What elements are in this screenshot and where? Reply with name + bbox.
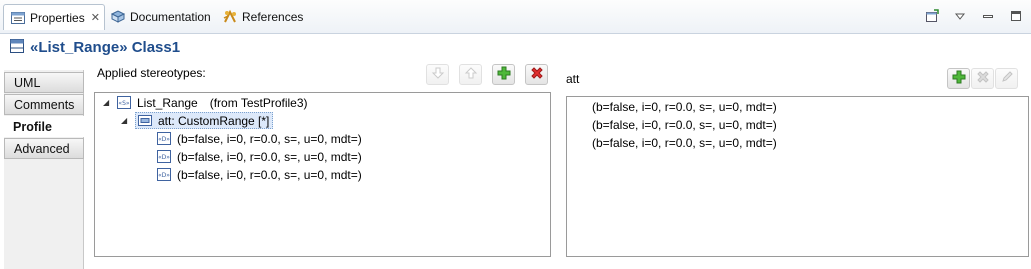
move-up-button[interactable] <box>459 64 482 85</box>
page-title: «List_Range» Class1 <box>30 38 181 56</box>
property-label: att: CustomRange [*] <box>158 113 270 128</box>
class-icon <box>10 38 24 56</box>
view-menu-icon[interactable] <box>953 9 967 23</box>
value-text: (b=false, i=0, r=0.0, s=, u=0, mdt=) <box>177 167 362 182</box>
list-item[interactable]: (b=false, i=0, r=0.0, s=, u=0, mdt=) <box>592 136 777 150</box>
tab-uml[interactable]: UML <box>4 72 84 93</box>
move-up-icon <box>464 66 478 83</box>
datatype-value-icon: «D» <box>157 168 171 181</box>
remove-icon <box>976 70 990 87</box>
new-window-icon[interactable] <box>925 9 939 23</box>
tab-properties[interactable]: Properties ✕ <box>3 4 105 30</box>
tree-node-stereotype[interactable]: ◢ «S» List_Range (from TestProfile3) <box>103 94 308 111</box>
view-toolbar <box>925 9 1023 23</box>
stereotype-icon: «S» <box>117 96 131 109</box>
close-icon[interactable]: ✕ <box>91 11 100 24</box>
property-detail-label: att <box>566 72 580 86</box>
list-item[interactable]: (b=false, i=0, r=0.0, s=, u=0, mdt=) <box>592 118 777 132</box>
datatype-value-icon: «D» <box>157 150 171 163</box>
tab-advanced[interactable]: Advanced <box>4 138 84 159</box>
tree-node-value[interactable]: «D» (b=false, i=0, r=0.0, s=, u=0, mdt=) <box>157 130 362 147</box>
edit-icon <box>1000 70 1014 87</box>
collapse-icon[interactable]: ◢ <box>103 98 113 107</box>
stereotype-source: (from TestProfile3) <box>209 95 308 110</box>
edit-value-button[interactable] <box>995 68 1018 89</box>
list-item[interactable]: (b=false, i=0, r=0.0, s=, u=0, mdt=) <box>592 100 777 114</box>
collapse-icon[interactable]: ◢ <box>121 116 131 125</box>
stereotype-name: List_Range <box>137 95 198 110</box>
applied-stereotypes-label: Applied stereotypes: <box>97 66 206 80</box>
tree-node-value[interactable]: «D» (b=false, i=0, r=0.0, s=, u=0, mdt=) <box>157 166 362 183</box>
tab-properties-label: Properties <box>30 10 85 25</box>
remove-stereotype-button[interactable] <box>525 64 548 85</box>
tree-node-value[interactable]: «D» (b=false, i=0, r=0.0, s=, u=0, mdt=) <box>157 148 362 165</box>
minimize-icon[interactable] <box>981 9 995 23</box>
add-icon <box>497 66 511 83</box>
svg-text:«D»: «D» <box>158 172 170 179</box>
add-icon <box>952 70 966 87</box>
properties-icon <box>10 10 26 26</box>
add-stereotype-button[interactable] <box>492 64 515 85</box>
documentation-icon <box>110 9 126 25</box>
svg-text:«D»: «D» <box>158 154 170 161</box>
stereotype-tree[interactable]: ◢ «S» List_Range (from TestProfile3) ◢ a… <box>94 92 551 257</box>
remove-icon <box>530 66 544 83</box>
move-down-icon <box>431 66 445 83</box>
move-down-button[interactable] <box>426 64 449 85</box>
property-icon <box>138 114 152 127</box>
maximize-icon[interactable] <box>1009 9 1023 23</box>
tab-profile[interactable]: Profile <box>4 116 85 137</box>
section-tabs: UML Comments Profile Advanced <box>4 70 85 269</box>
value-text: (b=false, i=0, r=0.0, s=, u=0, mdt=) <box>177 131 362 146</box>
tab-comments[interactable]: Comments <box>4 94 84 115</box>
value-list[interactable]: (b=false, i=0, r=0.0, s=, u=0, mdt=) (b=… <box>566 96 1029 257</box>
tab-documentation-label: Documentation <box>130 10 211 24</box>
tree-node-property[interactable]: ◢ att: CustomRange [*] <box>121 112 274 129</box>
properties-title-bar: «List_Range» Class1 <box>0 34 1031 60</box>
svg-text:«D»: «D» <box>158 136 170 143</box>
view-tab-bar: Properties ✕ Documentation References <box>0 0 1031 34</box>
value-text: (b=false, i=0, r=0.0, s=, u=0, mdt=) <box>177 149 362 164</box>
add-value-button[interactable] <box>947 68 970 89</box>
references-icon <box>222 9 238 25</box>
datatype-value-icon: «D» <box>157 132 171 145</box>
selected-property[interactable]: att: CustomRange [*] <box>135 112 274 129</box>
svg-text:«S»: «S» <box>118 100 129 107</box>
tab-documentation[interactable]: Documentation <box>110 5 211 29</box>
remove-value-button[interactable] <box>971 68 994 89</box>
tab-references[interactable]: References <box>222 5 303 29</box>
tab-references-label: References <box>242 10 304 24</box>
